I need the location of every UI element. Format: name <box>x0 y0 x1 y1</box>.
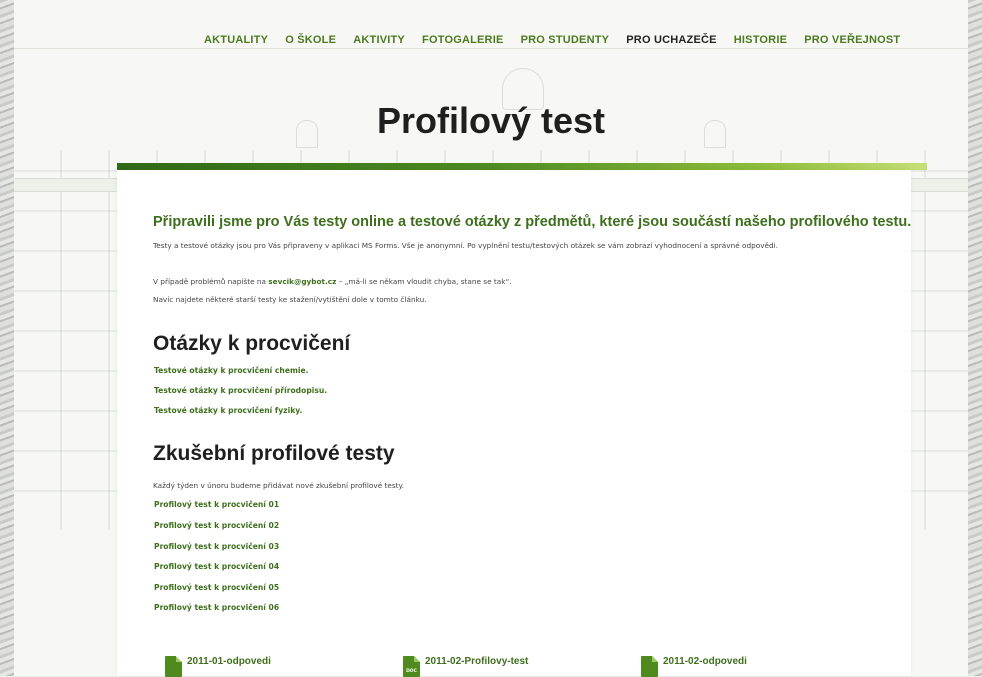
nav-item-fotogalerie[interactable]: FOTOGALERIE <box>422 34 503 46</box>
nav-item-o-skole[interactable]: O ŠKOLE <box>285 34 336 46</box>
practice-link-prirodopis[interactable]: Testové otázky k procvičení přírodopisu. <box>154 386 327 395</box>
contact-prefix: V případě problémů napište na <box>153 277 269 286</box>
background-texture-right <box>968 0 982 676</box>
test-link-02[interactable]: Profilový test k procvičení 02 <box>154 521 279 530</box>
download-file-name[interactable]: 2011-02-Profilovy-test <box>425 656 528 667</box>
main-navigation: AKTUALITY O ŠKOLE AKTIVITY FOTOGALERIE P… <box>14 28 968 48</box>
file-icon <box>165 656 182 677</box>
test-link-04[interactable]: Profilový test k procvičení 04 <box>154 562 279 571</box>
file-icon <box>641 656 658 677</box>
download-file-2[interactable]: DOC 2011-02-Profilovy-test <box>403 652 583 677</box>
download-file-name[interactable]: 2011-02-odpovedi <box>663 656 747 667</box>
download-file-3[interactable]: 2011-02-odpovedi <box>641 652 801 677</box>
practice-heading: Otázky k procvičení <box>153 332 351 355</box>
page-title: Profilový test <box>376 100 606 141</box>
practice-link-chemie[interactable]: Testové otázky k procvičení chemie. <box>154 366 309 375</box>
nav-item-pro-uchazece[interactable]: PRO UCHAZEČE <box>626 34 716 46</box>
intro-paragraph: Testy a testové otázky jsou pro Vás přip… <box>153 241 778 250</box>
file-icon-label: DOC <box>406 669 417 674</box>
nav-item-pro-studenty[interactable]: PRO STUDENTY <box>521 34 610 46</box>
title-gradient-bar <box>117 163 927 170</box>
nav-item-aktuality[interactable]: AKTUALITY <box>204 34 268 46</box>
archive-note: Navíc najdete některé starší testy ke st… <box>153 295 427 304</box>
background-texture-left <box>0 0 14 676</box>
nav-item-aktivity[interactable]: AKTIVITY <box>353 34 405 46</box>
test-link-05[interactable]: Profilový test k procvičení 05 <box>154 583 279 592</box>
nav-divider <box>14 48 968 49</box>
nav-item-historie[interactable]: HISTORIE <box>734 34 787 46</box>
practice-link-fyzika[interactable]: Testové otázky k procvičení fyziky. <box>154 406 302 415</box>
contact-suffix: – „má-li se někam vloudit chyba, stane s… <box>336 277 512 286</box>
page: AKTUALITY O ŠKOLE AKTIVITY FOTOGALERIE P… <box>14 0 968 677</box>
test-link-03[interactable]: Profilový test k procvičení 03 <box>154 542 279 551</box>
tests-heading: Zkušební profilové testy <box>153 442 395 465</box>
tests-note: Každý týden v únoru budeme přidávat nové… <box>153 481 405 490</box>
contact-paragraph: V případě problémů napište na sevcik@gyb… <box>153 276 893 288</box>
test-link-06[interactable]: Profilový test k procvičení 06 <box>154 603 279 612</box>
contact-email-link[interactable]: sevcik@gybot.cz <box>268 277 336 286</box>
download-file-1[interactable]: 2011-01-odpovedi <box>165 652 325 677</box>
intro-heading: Připravili jsme pro Vás testy online a t… <box>153 214 912 230</box>
nav-item-pro-verejnost[interactable]: PRO VEŘEJNOST <box>804 34 900 46</box>
download-file-name[interactable]: 2011-01-odpovedi <box>187 656 271 667</box>
article-content: Připravili jsme pro Vás testy online a t… <box>117 170 912 677</box>
test-link-01[interactable]: Profilový test k procvičení 01 <box>154 500 279 509</box>
doc-file-icon: DOC <box>403 656 420 677</box>
